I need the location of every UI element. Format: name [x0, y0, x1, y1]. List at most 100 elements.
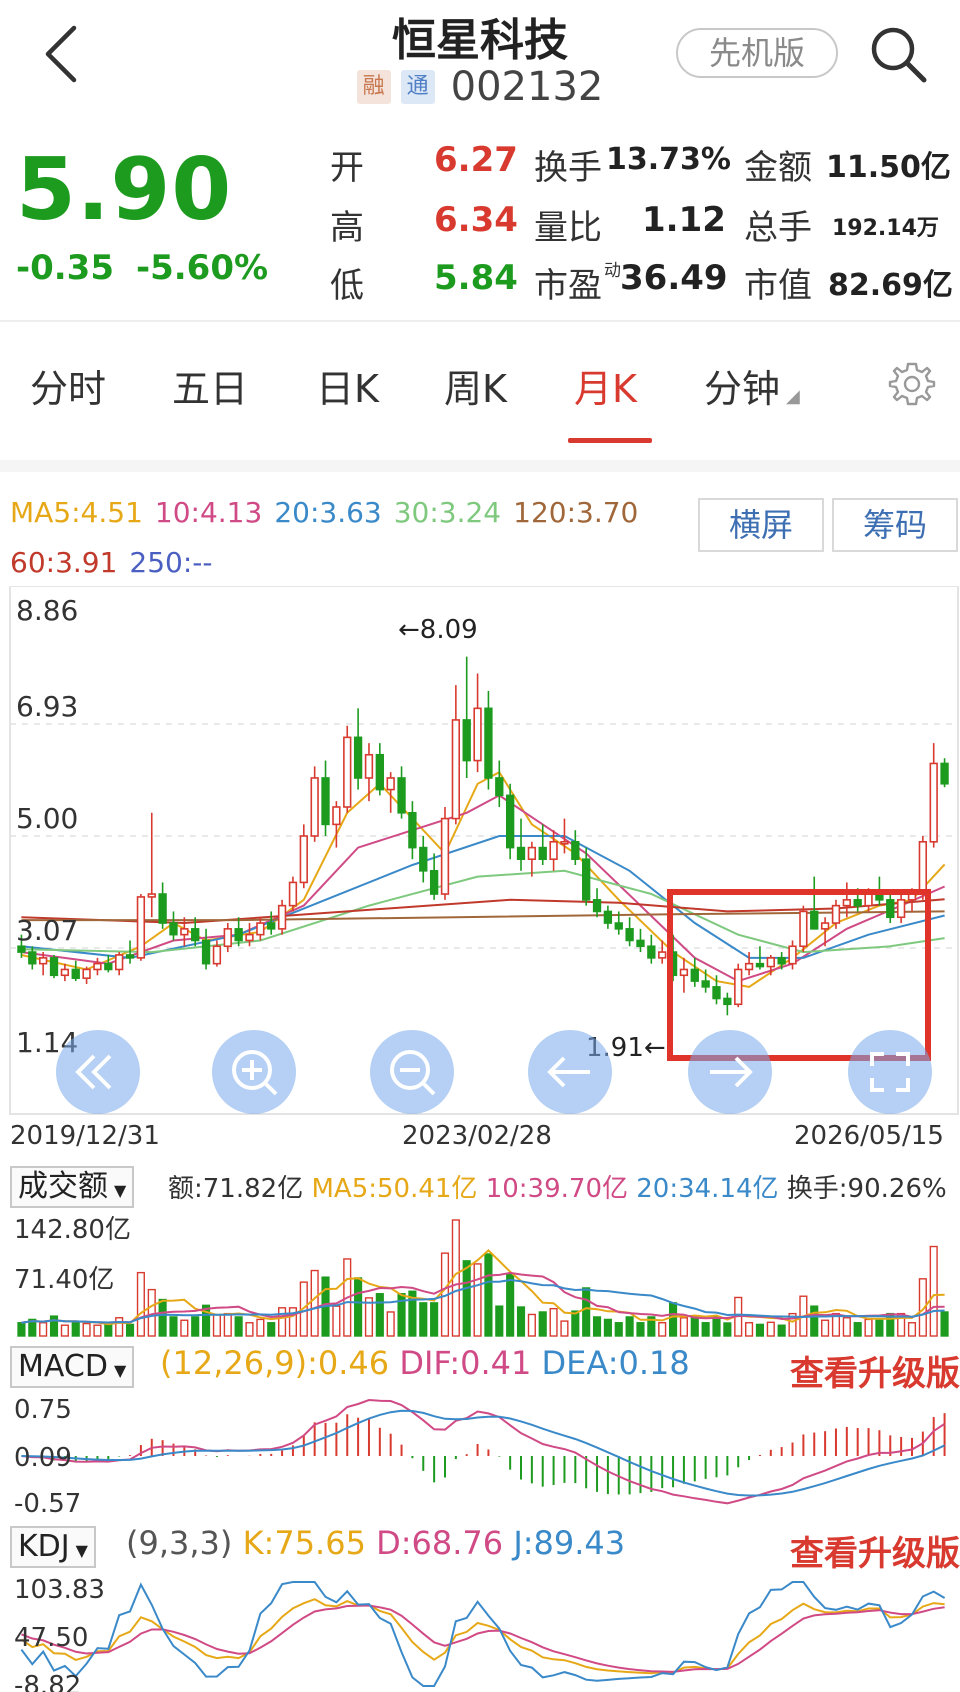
volume-bar-down: [234, 1316, 243, 1337]
macd-histogram: [31, 1413, 946, 1495]
candle-down: [516, 846, 526, 861]
candle-down: [158, 893, 167, 924]
candle-up: [864, 893, 873, 907]
quote-row-3: 低 5.84 市盈 动 36.49 市值 82.69亿: [330, 258, 953, 307]
candle-up: [310, 777, 319, 837]
macd-dif: DIF:0.41: [399, 1344, 532, 1382]
tab-intraday[interactable]: 分时: [30, 358, 106, 413]
ma20-value: 20:3.63: [274, 496, 382, 529]
market-cap-label: 市值: [744, 266, 812, 306]
volume-bar-up: [245, 1322, 254, 1337]
macd-indicator-select[interactable]: MACD ▼: [10, 1346, 135, 1388]
scroll-right-button[interactable]: [688, 1030, 772, 1114]
candle-down: [886, 899, 895, 919]
macd-dea: DEA:0.18: [541, 1344, 690, 1382]
volume-bar-down: [125, 1323, 135, 1337]
price-tick-label: 5.00: [16, 802, 78, 835]
candle-down: [419, 846, 428, 872]
connect-tag: 通: [400, 70, 435, 104]
total-hands-label: 总手: [744, 208, 812, 248]
volume-bar-up: [549, 1307, 558, 1337]
candle-down: [484, 707, 493, 779]
margin-tag: 融: [356, 70, 391, 104]
period-tabs: 分时 五日 日K 周K 月K 分钟 ◢: [0, 340, 960, 443]
candle-up: [744, 962, 754, 971]
volume-bar-up: [278, 1307, 287, 1337]
candle-down: [712, 986, 721, 1000]
search-icon[interactable]: [866, 22, 930, 86]
price-tick-label: 3.07: [16, 914, 78, 947]
amount-value: 11.50亿: [826, 150, 951, 185]
tab-minute[interactable]: 分钟 ◢: [704, 358, 800, 413]
candle-down: [505, 794, 515, 849]
scroll-left-fast-button[interactable]: [56, 1030, 140, 1114]
candle-up: [831, 904, 841, 924]
candlestick-chart[interactable]: 8.866.935.003.071.14 ←8.09 1.91← 2019/12…: [0, 586, 960, 1156]
macd-upgrade-link[interactable]: 查看升级版: [790, 1346, 960, 1395]
fullscreen-button[interactable]: [848, 1030, 932, 1114]
zoom-out-button[interactable]: [370, 1030, 454, 1114]
volume-bar-down: [419, 1302, 428, 1337]
tab-five-day[interactable]: 五日: [172, 358, 248, 413]
volume-header: 成交额 ▼ 额:71.82亿 MA5:50.41亿 10:39.70亿 20:34…: [0, 1158, 960, 1214]
candle-down: [647, 945, 656, 959]
volume-bar-down: [495, 1305, 504, 1337]
turnover-value: 13.73%: [606, 142, 731, 177]
change-value: -0.35: [16, 248, 114, 288]
volume-bar-down: [71, 1321, 80, 1337]
chips-button[interactable]: 筹码: [832, 498, 958, 552]
kdj-tick-top: 103.83: [14, 1575, 105, 1605]
landscape-button[interactable]: 横屏: [698, 498, 824, 552]
kdj-k: K:75.65: [242, 1524, 366, 1562]
arrow-left-icon: [547, 1056, 590, 1088]
volume-bar-up: [223, 1312, 232, 1337]
price-tick-label: 6.93: [16, 690, 78, 723]
volume-bar-down: [940, 1311, 949, 1337]
arrow-right-icon: [710, 1056, 753, 1088]
volume-indicator-select[interactable]: 成交额 ▼: [10, 1166, 135, 1208]
candle-up: [788, 945, 797, 965]
candle-down: [462, 719, 471, 762]
volume-bar-up: [82, 1322, 91, 1337]
volume-bar-up: [679, 1317, 688, 1337]
high-label: 高: [330, 208, 364, 248]
volume-bar-down: [191, 1316, 200, 1337]
zoom-in-button[interactable]: [212, 1030, 296, 1114]
candle-up: [734, 968, 743, 1006]
candle-up: [364, 753, 374, 779]
tab-weekly-k[interactable]: 周K: [444, 358, 507, 413]
volume-bar-down: [614, 1322, 623, 1337]
tab-daily-k[interactable]: 日K: [316, 358, 379, 413]
amount-label: 金额: [744, 148, 812, 188]
volume-bar-up: [180, 1319, 189, 1337]
ma250-value: 250:--: [129, 546, 213, 579]
candle-up: [820, 922, 830, 930]
volume-bar-down: [267, 1322, 276, 1337]
macd-tick-mid: 0.09: [14, 1443, 72, 1473]
last-price: 5.90: [16, 140, 233, 240]
candle-down: [495, 777, 504, 797]
candle-down: [267, 922, 276, 930]
low-value: 5.84: [434, 258, 518, 298]
tab-monthly-k[interactable]: 月K: [574, 358, 637, 413]
volume-bar-up: [332, 1305, 341, 1337]
gear-icon[interactable]: [888, 360, 936, 408]
kdj-d-line: [21, 1604, 945, 1673]
volume-bar-up: [842, 1317, 851, 1337]
volume-bar-down: [810, 1305, 819, 1337]
candle-up: [180, 928, 189, 936]
quote-panel: 5.90 -0.35 -5.60% 开 6.27 换手 13.73% 金额 11.…: [0, 130, 960, 320]
volume-bar-up: [766, 1321, 775, 1337]
candle-down: [625, 928, 634, 942]
candle-up: [440, 817, 450, 895]
scroll-left-button[interactable]: [528, 1030, 612, 1114]
pro-version-button[interactable]: 先机版: [676, 28, 838, 78]
kdj-upgrade-link[interactable]: 查看升级版: [790, 1526, 960, 1575]
total-hands-value: 192.14万: [832, 216, 939, 241]
candle-up: [245, 933, 254, 942]
volume-bar-up: [136, 1271, 145, 1337]
candle-down: [690, 968, 699, 982]
kdj-chart: 103.83 47.50 -8.82: [14, 1575, 946, 1692]
kdj-indicator-select[interactable]: KDJ ▼: [10, 1526, 96, 1568]
candle-down: [397, 777, 406, 814]
